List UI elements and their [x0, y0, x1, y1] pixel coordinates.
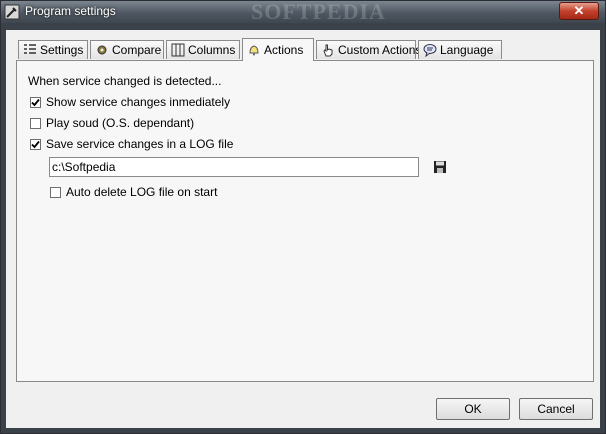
close-icon: ✕: [573, 3, 585, 18]
program-settings-window: Program settings SOFTPEDIA ✕ Settings Co…: [0, 0, 606, 434]
tab-settings[interactable]: Settings: [18, 40, 88, 59]
ok-button[interactable]: OK: [436, 398, 510, 420]
checkbox-box: [30, 96, 41, 108]
tab-custom-actions[interactable]: Custom Actions: [316, 40, 421, 59]
tab-label: Language: [440, 43, 494, 57]
tools-icon: [4, 4, 20, 20]
watermark: SOFTPEDIA: [251, 0, 386, 24]
checkmark-icon: [31, 98, 40, 106]
title-bar[interactable]: Program settings SOFTPEDIA ✕: [1, 0, 605, 24]
actions-panel: When service changed is detected... Show…: [16, 60, 594, 382]
tab-label: Actions: [264, 43, 304, 57]
speech-bubble-icon: [423, 44, 437, 57]
tab-language[interactable]: Language: [418, 40, 502, 59]
save-log-checkbox[interactable]: Save service changes in a LOG file: [30, 137, 233, 151]
save-icon[interactable]: [433, 160, 447, 174]
dialog-client: Settings Compare Columns Actions Custom …: [6, 30, 600, 428]
auto-delete-checkbox[interactable]: Auto delete LOG file on start: [50, 185, 217, 199]
checkbox-box: [30, 117, 41, 129]
checkbox-label: Play soud (O.S. dependant): [46, 116, 195, 130]
gear-icon: [97, 45, 107, 55]
columns-icon: [171, 43, 185, 57]
play-sound-checkbox[interactable]: Play soud (O.S. dependant): [30, 116, 194, 130]
window-title: Program settings: [25, 4, 116, 18]
checkmark-icon: [31, 140, 40, 148]
tab-actions[interactable]: Actions: [242, 38, 314, 61]
tab-label: Columns: [188, 43, 236, 57]
tab-label: Custom Actions: [338, 43, 422, 57]
list-settings-icon: [24, 44, 36, 54]
checkbox-label: Save service changes in a LOG file: [46, 137, 234, 151]
hand-pointer-icon: [323, 44, 333, 57]
checkbox-label: Auto delete LOG file on start: [66, 185, 218, 199]
bell-icon: [249, 45, 259, 56]
checkbox-box: [30, 138, 41, 150]
tab-columns[interactable]: Columns: [166, 40, 240, 59]
tab-label: Settings: [40, 43, 84, 57]
cancel-button[interactable]: Cancel: [519, 398, 593, 420]
tab-compare[interactable]: Compare: [90, 40, 164, 59]
checkbox-label: Show service changes inmediately: [46, 95, 231, 109]
log-path-input[interactable]: [49, 157, 419, 177]
close-button[interactable]: ✕: [559, 2, 599, 20]
tab-label: Compare: [112, 43, 162, 57]
checkbox-box: [50, 186, 61, 198]
show-changes-checkbox[interactable]: Show service changes inmediately: [30, 95, 230, 109]
section-heading: When service changed is detected...: [28, 74, 222, 88]
